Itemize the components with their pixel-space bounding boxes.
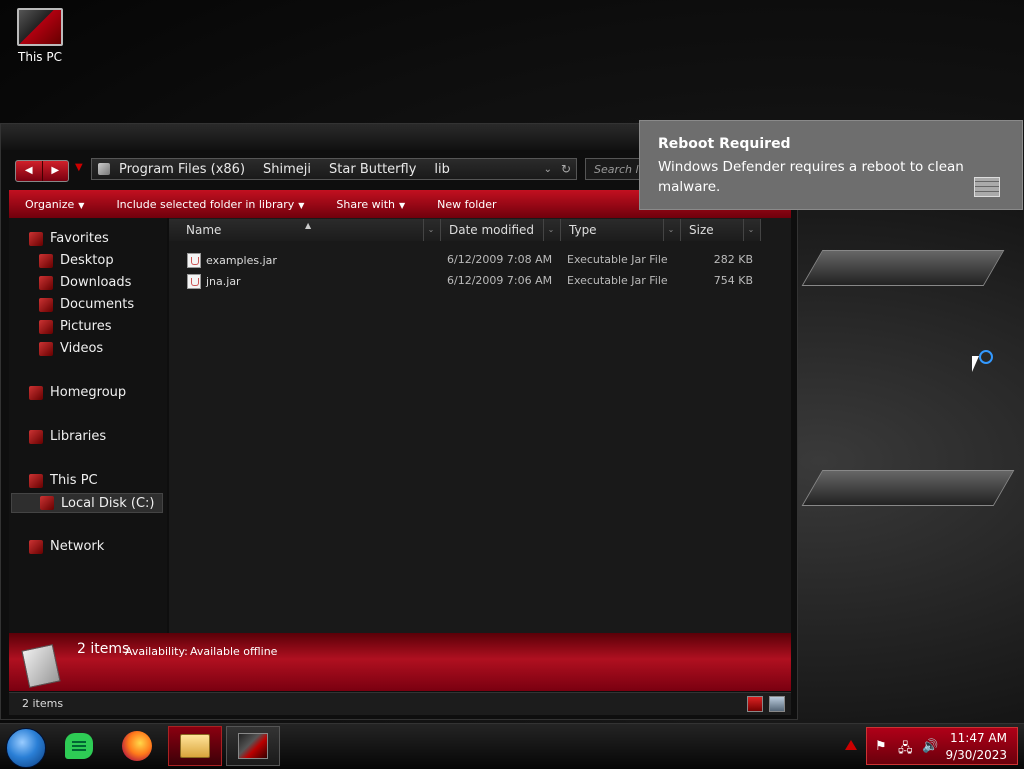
nav-desktop[interactable]: Desktop: [39, 253, 114, 268]
nav-libraries[interactable]: Libraries: [29, 429, 106, 444]
folder-icon: [98, 163, 110, 175]
desktop-icon-this-pc[interactable]: This PC: [14, 8, 66, 64]
breadcrumb-program-files[interactable]: Program Files (x86): [110, 162, 254, 177]
homegroup-icon: [29, 385, 43, 400]
desktop-icon-label: This PC: [18, 50, 62, 64]
taskbar-firefox[interactable]: [110, 726, 164, 766]
breadcrumb-star-butterfly[interactable]: Star Butterfly: [320, 162, 425, 177]
file-date: 6/12/2009 7:06 AM: [447, 274, 553, 287]
file-size: 754 KB: [713, 274, 753, 287]
column-dropdown-icon[interactable]: ⌄: [423, 219, 438, 241]
nav-this-pc[interactable]: This PC: [29, 473, 98, 488]
nav-documents[interactable]: Documents: [39, 297, 134, 312]
address-dropdown-icon[interactable]: ⌄: [544, 164, 552, 175]
column-dropdown-icon[interactable]: ⌄: [543, 219, 558, 241]
firefox-icon: [122, 731, 152, 761]
system-tray: ⚑ 🖧 🔊 11:47 AM 9/30/2023: [866, 727, 1018, 765]
sort-ascending-icon: ▲: [305, 221, 312, 230]
breadcrumb-shimeji[interactable]: Shimeji: [254, 162, 320, 177]
toast-message: Windows Defender requires a reboot to cl…: [658, 159, 964, 195]
jar-file-icon: [187, 274, 201, 289]
details-pane: 2 items Availability: Available offline: [9, 633, 791, 691]
documents-icon: [39, 297, 53, 312]
taskbar-notes-app[interactable]: [52, 726, 106, 766]
notification-toast[interactable]: Reboot Required Windows Defender require…: [639, 120, 1023, 210]
column-size[interactable]: Size ⌄: [681, 219, 761, 241]
file-name[interactable]: jna.jar: [187, 274, 241, 289]
explorer-window: ◀ ▶ ▼ Program Files (x86) Shimeji Star B…: [0, 123, 798, 720]
availability-label: Availability:: [125, 645, 188, 658]
start-button[interactable]: [6, 728, 46, 768]
nav-videos[interactable]: Videos: [39, 341, 103, 356]
file-list: ▲ Name ⌄ Date modified ⌄ Type ⌄ Size ⌄ examp…: [169, 218, 791, 633]
taskbar: ⚑ 🖧 🔊 11:47 AM 9/30/2023: [0, 723, 1024, 769]
firewall-icon: [974, 177, 1000, 197]
nav-downloads[interactable]: Downloads: [39, 275, 131, 290]
jar-file-icon: [187, 253, 201, 268]
forward-button[interactable]: ▶: [41, 161, 69, 181]
nav-favorites[interactable]: Favorites: [29, 231, 109, 246]
libraries-icon: [29, 429, 43, 444]
desktop-icon: [39, 253, 53, 268]
organize-button[interactable]: Organize ▼: [9, 198, 100, 211]
star-icon: [29, 231, 43, 246]
breadcrumb-lib[interactable]: lib: [425, 162, 458, 177]
show-hidden-icons-button[interactable]: [845, 740, 857, 750]
clock-date[interactable]: 9/30/2023: [945, 748, 1007, 762]
column-type[interactable]: Type ⌄: [561, 219, 681, 241]
taskbar-window-app[interactable]: [226, 726, 280, 766]
column-dropdown-icon[interactable]: ⌄: [663, 219, 678, 241]
file-size: 282 KB: [713, 253, 753, 266]
nav-network[interactable]: Network: [29, 539, 104, 554]
folder-icon: [180, 734, 210, 758]
videos-icon: [39, 341, 53, 356]
status-item-count: 2 items: [22, 697, 64, 710]
network-icon[interactable]: 🖧: [898, 739, 913, 761]
file-name[interactable]: examples.jar: [187, 253, 277, 268]
volume-icon[interactable]: 🔊: [922, 739, 938, 754]
new-folder-button[interactable]: New folder: [421, 198, 512, 211]
taskbar-file-explorer[interactable]: [168, 726, 222, 766]
notes-icon: [65, 733, 93, 759]
back-button[interactable]: ◀: [16, 161, 42, 181]
column-name[interactable]: ▲ Name ⌄: [169, 219, 441, 241]
file-date: 6/12/2009 7:08 AM: [447, 253, 553, 266]
file-row[interactable]: examples.jar 6/12/2009 7:08 AM Executabl…: [169, 251, 769, 271]
address-bar[interactable]: Program Files (x86) Shimeji Star Butterf…: [91, 158, 577, 180]
folder-preview-icon: [21, 644, 61, 688]
details-view-icon[interactable]: [747, 696, 763, 712]
pictures-icon: [39, 319, 53, 334]
computer-icon: [29, 473, 43, 488]
column-date-modified[interactable]: Date modified ⌄: [441, 219, 561, 241]
status-bar: 2 items: [9, 692, 791, 715]
window-icon: [238, 733, 268, 759]
nav-local-disk[interactable]: Local Disk (C:): [11, 493, 163, 513]
availability-value: Available offline: [190, 645, 278, 658]
network-icon: [29, 539, 43, 554]
mouse-cursor-icon: [972, 356, 986, 372]
drive-icon: [40, 496, 54, 510]
include-in-library-button[interactable]: Include selected folder in library ▼: [100, 198, 320, 211]
refresh-icon[interactable]: ↻: [561, 162, 571, 176]
computer-icon: [17, 8, 63, 46]
recent-locations-dropdown[interactable]: ▼: [75, 162, 83, 173]
nav-pictures[interactable]: Pictures: [39, 319, 111, 334]
file-type: Executable Jar File: [567, 253, 668, 266]
column-dropdown-icon[interactable]: ⌄: [743, 219, 758, 241]
nav-homegroup[interactable]: Homegroup: [29, 385, 126, 400]
navigation-pane: Favorites Desktop Downloads Documents Pi…: [9, 218, 167, 633]
file-type: Executable Jar File: [567, 274, 668, 287]
details-item-count: 2 items: [77, 641, 130, 657]
nav-buttons: ◀ ▶: [15, 160, 69, 182]
large-icons-view-icon[interactable]: [769, 696, 785, 712]
share-with-button[interactable]: Share with ▼: [320, 198, 421, 211]
file-row[interactable]: jna.jar 6/12/2009 7:06 AM Executable Jar…: [169, 272, 769, 292]
action-center-flag-icon[interactable]: ⚑: [875, 739, 887, 754]
downloads-icon: [39, 275, 53, 290]
toast-title: Reboot Required: [658, 136, 791, 152]
clock-time[interactable]: 11:47 AM: [950, 731, 1007, 745]
